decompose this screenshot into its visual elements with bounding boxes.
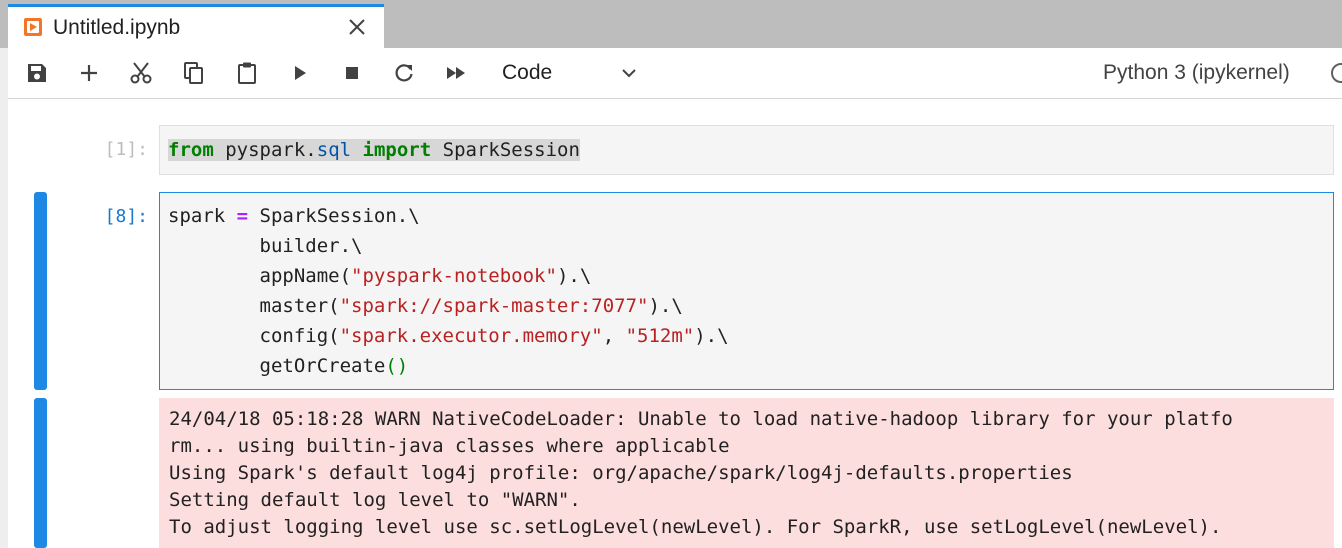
output-line: 24/04/18 05:18:28 WARN NativeCodeLoader:… (169, 408, 1233, 430)
jupyterlab-window: Untitled.ipynb Code Python 3 (ipykernel)… (0, 0, 1342, 548)
code-line: appName("pyspark-notebook").\ (168, 261, 1333, 291)
code-token: "spark.executor.memory" (339, 325, 603, 347)
code-token: pyspark (225, 139, 306, 161)
cell-type-label: Code (502, 61, 553, 84)
tab-bar: Untitled.ipynb (0, 0, 1342, 48)
refresh-icon[interactable] (391, 60, 417, 86)
cell-type-dropdown[interactable]: Code (502, 60, 642, 86)
play-icon[interactable] (287, 60, 313, 86)
code-line: builder.\ (168, 231, 1333, 261)
code-token: from (168, 139, 214, 161)
output-collapser[interactable] (34, 398, 47, 548)
output-line: Using Spark's default log4j profile: org… (169, 462, 1073, 484)
code-token: "512m" (625, 325, 695, 347)
circle-icon (1331, 63, 1342, 83)
notebook-toolbar: Code Python 3 (ipykernel) (8, 48, 1342, 99)
code-token: () (385, 355, 409, 377)
stderr-output: 24/04/18 05:18:28 WARN NativeCodeLoader:… (159, 398, 1334, 548)
execution-count: [8]: (104, 206, 148, 227)
code-token: config( (168, 325, 340, 347)
code-line: spark = SparkSession.\ (168, 201, 1333, 231)
fast-forward-icon[interactable] (444, 60, 470, 86)
code-editor[interactable]: from pyspark.sql import SparkSession (159, 125, 1334, 175)
code-editor[interactable]: spark = SparkSession.\ builder.\ appName… (159, 192, 1334, 390)
code-line: config("spark.executor.memory", "512m").… (168, 321, 1333, 351)
code-line: master("spark://spark-master:7077").\ (168, 291, 1333, 321)
code-token: builder.\ (168, 235, 363, 257)
code-token: import (362, 139, 432, 161)
tab-untitled-notebook[interactable]: Untitled.ipynb (8, 4, 384, 48)
code-token: ).\ (694, 325, 729, 347)
code-token: ).\ (556, 265, 592, 287)
kernel-name[interactable]: Python 3 (ipykernel) (1103, 60, 1290, 86)
code-token: , (602, 325, 626, 347)
output-area: 24/04/18 05:18:28 WARN NativeCodeLoader:… (8, 398, 1342, 548)
code-line: from pyspark.sql import SparkSession (168, 139, 580, 161)
code-token: . (305, 139, 317, 161)
output-line: Setting default log level to "WARN". (169, 489, 581, 511)
code-token: ).\ (648, 295, 683, 317)
notebook-icon (24, 18, 42, 36)
code-token: master( (168, 295, 340, 317)
output-line: rm... using builtin-java classes where a… (169, 435, 730, 457)
tab-title: Untitled.ipynb (53, 16, 181, 39)
output-line: To adjust logging level use sc.setLogLev… (169, 516, 1222, 538)
code-token: = (236, 205, 249, 227)
code-token: "pyspark-notebook" (351, 265, 557, 287)
code-token: appName( (168, 265, 352, 287)
code-token: sql (316, 139, 352, 161)
close-icon[interactable] (346, 16, 368, 38)
paste-icon[interactable] (234, 60, 260, 86)
plus-icon[interactable] (76, 60, 102, 86)
chevron-down-icon (618, 62, 640, 84)
notebook-panel[interactable]: [1]: from pyspark.sql import SparkSessio… (8, 99, 1342, 548)
code-token: getOrCreate (168, 355, 386, 377)
code-cell-active[interactable]: [8]: spark = SparkSession.\ builder.\ ap… (8, 192, 1342, 390)
code-token: spark (168, 205, 237, 227)
scissors-icon[interactable] (128, 60, 154, 86)
copy-icon[interactable] (181, 60, 207, 86)
code-token: "spark://spark-master:7077" (339, 295, 649, 317)
save-icon[interactable] (24, 60, 50, 86)
code-token: SparkSession.\ (248, 205, 420, 227)
code-line: getOrCreate() (168, 351, 1333, 381)
code-cell[interactable]: [1]: from pyspark.sql import SparkSessio… (8, 125, 1342, 177)
cell-collapser[interactable] (34, 192, 47, 390)
code-token: SparkSession (442, 139, 580, 161)
stop-icon[interactable] (339, 60, 365, 86)
execution-count: [1]: (104, 139, 148, 160)
